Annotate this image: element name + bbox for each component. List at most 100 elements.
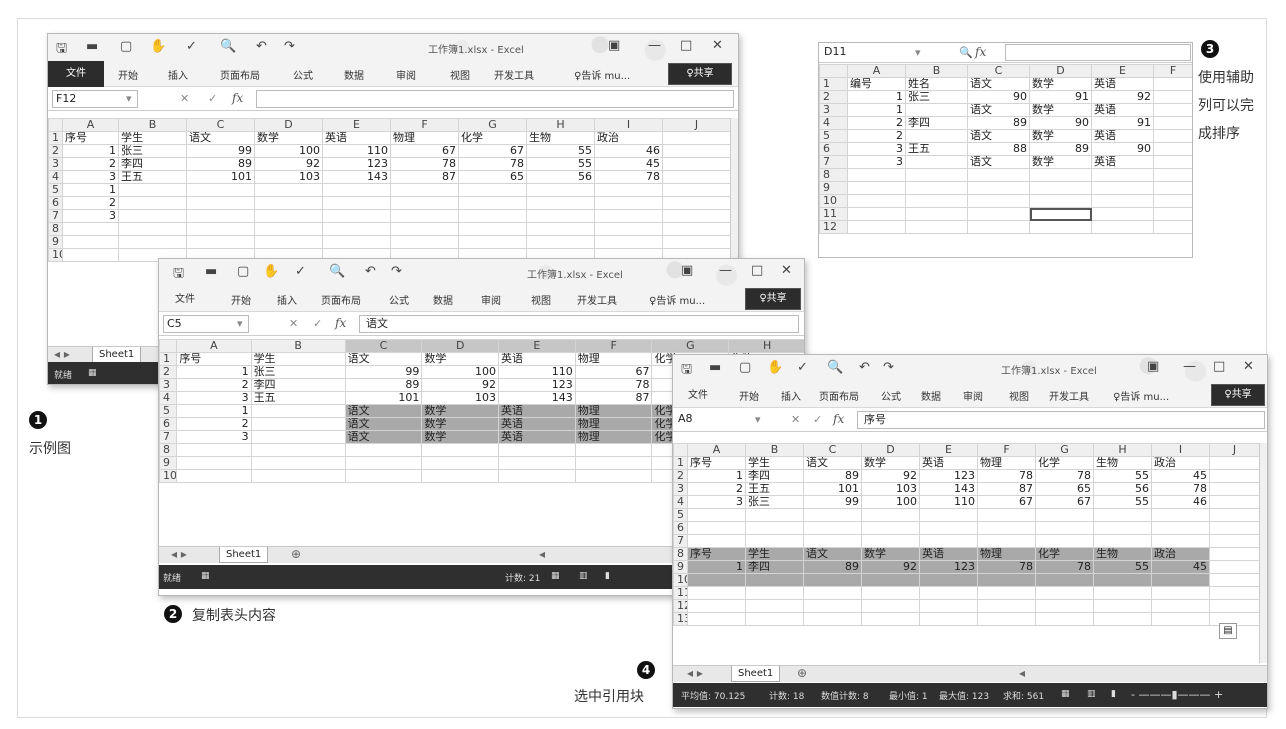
cell[interactable] — [905, 155, 968, 169]
column-header[interactable]: B — [250, 339, 346, 353]
cell[interactable] — [1035, 534, 1094, 548]
tab-view[interactable]: 视图 — [531, 292, 551, 307]
row-header[interactable]: 12 — [819, 220, 848, 234]
cell[interactable]: 88 — [967, 142, 1030, 156]
cell[interactable] — [1029, 168, 1092, 182]
cell[interactable] — [662, 157, 731, 171]
column-header[interactable]: C — [344, 339, 423, 353]
cell[interactable] — [905, 129, 968, 143]
cell[interactable] — [861, 612, 920, 626]
scroll-tabs-icon[interactable]: ◂ ▸ — [54, 347, 70, 361]
cell[interactable]: 序号 — [687, 547, 746, 561]
save-icon[interactable]: 🖫 — [56, 39, 67, 61]
column-header[interactable]: D — [421, 339, 500, 353]
cell[interactable] — [254, 235, 323, 249]
cell[interactable]: 45 — [1151, 560, 1210, 574]
cell[interactable]: 英语 — [498, 417, 576, 431]
redo-icon[interactable]: ↷ — [284, 39, 295, 54]
touch-mode-icon[interactable]: ▬ — [86, 39, 98, 54]
cell[interactable]: 学生 — [118, 131, 187, 145]
undo-icon[interactable]: ↶ — [365, 264, 376, 279]
cell[interactable]: 生物 — [1093, 456, 1152, 470]
column-header[interactable]: A — [687, 443, 746, 457]
cell[interactable]: 数学 — [421, 430, 500, 444]
cell[interactable] — [662, 131, 731, 145]
cell[interactable] — [1035, 521, 1094, 535]
cell[interactable] — [687, 534, 746, 548]
cell[interactable]: 政治 — [1151, 456, 1210, 470]
cell[interactable] — [574, 469, 653, 483]
cell[interactable] — [662, 235, 731, 249]
share-button[interactable]: ♀共享 — [745, 288, 801, 310]
corner-cell[interactable] — [48, 118, 63, 132]
cell[interactable] — [254, 209, 323, 223]
cell[interactable] — [919, 521, 978, 535]
row-header[interactable]: 6 — [159, 417, 178, 431]
cell[interactable] — [458, 196, 527, 210]
cell[interactable]: 78 — [977, 560, 1036, 574]
cell[interactable]: 123 — [919, 469, 978, 483]
page-layout-view-icon[interactable]: ▥ — [1087, 689, 1096, 699]
tab-page-layout[interactable]: 页面布局 — [819, 388, 859, 403]
cell[interactable]: 物理 — [574, 430, 653, 444]
quick-analysis-icon[interactable]: ▤ — [1219, 623, 1237, 639]
corner-cell[interactable] — [159, 339, 178, 353]
fx-icon[interactable]: fx — [833, 412, 844, 426]
cell[interactable] — [1035, 573, 1094, 587]
cell[interactable]: 92 — [1091, 90, 1154, 104]
cell[interactable] — [1029, 194, 1092, 208]
tab-insert[interactable]: 插入 — [168, 67, 188, 82]
cell[interactable]: 78 — [1035, 469, 1094, 483]
cell[interactable] — [745, 599, 804, 613]
touch-mode-icon[interactable]: ▬ — [205, 264, 217, 279]
cell[interactable]: 56 — [1093, 482, 1152, 496]
ribbon-options-icon[interactable]: ▣ — [681, 263, 693, 278]
cell[interactable] — [1035, 612, 1094, 626]
cell[interactable] — [905, 207, 968, 221]
column-header[interactable]: A — [176, 339, 252, 353]
cell[interactable]: 英语 — [498, 404, 576, 418]
cell[interactable] — [1209, 547, 1260, 561]
cell[interactable] — [186, 183, 255, 197]
row-header[interactable]: 11 — [819, 207, 848, 221]
cell[interactable] — [594, 235, 663, 249]
enter-icon[interactable]: ✓ — [313, 317, 322, 330]
cell[interactable] — [526, 235, 595, 249]
cell[interactable]: 英语 — [1091, 103, 1154, 117]
column-header[interactable]: H — [1093, 443, 1152, 457]
cell[interactable] — [803, 521, 862, 535]
cell[interactable]: 语文 — [803, 456, 862, 470]
cell[interactable]: 99 — [803, 495, 862, 509]
cell[interactable] — [254, 196, 323, 210]
cell[interactable]: 2 — [847, 129, 906, 143]
cell[interactable] — [574, 456, 653, 470]
cell[interactable] — [1209, 495, 1260, 509]
touch-mode-icon[interactable]: ▬ — [709, 360, 721, 375]
spell-icon[interactable]: ✓ — [797, 360, 808, 375]
cell[interactable] — [458, 209, 527, 223]
cell[interactable] — [1209, 586, 1260, 600]
row-header[interactable]: 7 — [673, 534, 688, 548]
column-header[interactable]: I — [594, 118, 663, 132]
cell[interactable] — [1209, 534, 1260, 548]
tab-file[interactable]: 文件 — [48, 61, 104, 87]
page-layout-view-icon[interactable]: ▥ — [579, 571, 588, 581]
column-header[interactable]: H — [526, 118, 595, 132]
minimize-icon[interactable]: — — [648, 38, 661, 53]
cell[interactable] — [1151, 534, 1210, 548]
cell[interactable]: 92 — [254, 157, 323, 171]
name-box[interactable]: A8 — [675, 411, 755, 429]
cell[interactable] — [1093, 521, 1152, 535]
cell[interactable]: 张三 — [905, 90, 968, 104]
cell[interactable]: 110 — [322, 144, 391, 158]
cell[interactable] — [1153, 103, 1192, 117]
cell[interactable] — [1153, 116, 1192, 130]
cell[interactable] — [526, 183, 595, 197]
cell[interactable]: 1 — [176, 365, 252, 379]
formula-input[interactable]: 语文 — [359, 315, 799, 333]
column-header[interactable]: B — [745, 443, 804, 457]
row-header[interactable]: 5 — [673, 508, 688, 522]
sheet-tab[interactable]: Sheet1 — [92, 347, 142, 363]
cell[interactable] — [1209, 482, 1260, 496]
cell[interactable]: 99 — [186, 144, 255, 158]
